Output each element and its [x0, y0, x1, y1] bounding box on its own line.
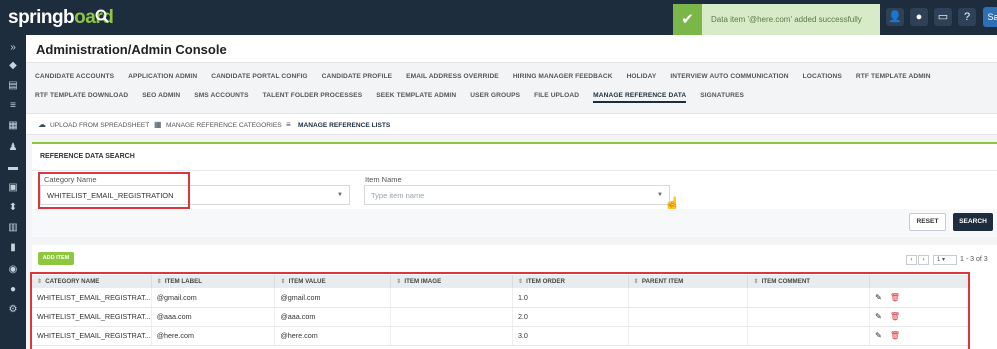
- manage-categories-tab[interactable]: ▦ MANAGE REFERENCE CATEGORIES: [154, 120, 282, 129]
- success-toast: ✔ Data item '@here.com' added successful…: [673, 4, 880, 35]
- document-icon[interactable]: ▤: [6, 79, 20, 93]
- grid-icon[interactable]: ▦: [6, 119, 20, 133]
- divider: [32, 170, 997, 171]
- calendar-icon[interactable]: ▣: [6, 181, 20, 195]
- nav-tab-manage-reference-data[interactable]: MANAGE REFERENCE DATA: [593, 92, 687, 103]
- sidebar: » ◆ ▤ ≡ ▦ ♟ ▬ ▣ ⬍ ▥ ▮ ◉ ● ⚙: [0, 35, 26, 349]
- folder-icon[interactable]: ▬: [6, 161, 20, 175]
- help-icon[interactable]: ?: [958, 8, 976, 26]
- nav-tab-talent-folder-processes[interactable]: TALENT FOLDER PROCESSES: [263, 92, 363, 103]
- item-name-label: Item Name: [365, 175, 402, 184]
- top-bar: springboard ✔ Data item '@here.com' adde…: [0, 0, 997, 35]
- expand-icon[interactable]: »: [6, 41, 20, 55]
- settings-icon[interactable]: ⚙: [6, 303, 20, 317]
- list-icon[interactable]: ≡: [6, 99, 20, 113]
- search-buttons-strip: RESET SEARCH: [32, 209, 997, 237]
- globe-icon[interactable]: ●: [6, 283, 20, 297]
- user-avatar[interactable]: Sa: [983, 7, 997, 27]
- nav-tab-sms-accounts[interactable]: SMS ACCOUNTS: [194, 92, 248, 103]
- nav-tab-hiring-manager-feedback[interactable]: HIRING MANAGER FEEDBACK: [513, 73, 613, 80]
- prev-page-icon[interactable]: ‹: [906, 255, 917, 265]
- nav-tab-locations[interactable]: LOCATIONS: [803, 73, 842, 80]
- list-icon: ≡: [286, 120, 291, 129]
- admin-nav-row-1: CANDIDATE ACCOUNTS APPLICATION ADMIN CANDI…: [35, 73, 931, 80]
- check-icon: ✔: [673, 4, 702, 35]
- caret-down-icon: ▼: [657, 192, 663, 198]
- subtabs: ☁ UPLOAD FROM SPREADSHEET ▦ MANAGE REFEREN…: [26, 113, 997, 135]
- panel-title: REFERENCE DATA SEARCH: [40, 153, 135, 160]
- item-name-select[interactable]: Type item name ▼: [364, 185, 670, 205]
- nav-tab-file-upload[interactable]: FILE UPLOAD: [534, 92, 579, 103]
- manage-lists-tab[interactable]: ≡ MANAGE REFERENCE LISTS: [286, 120, 390, 129]
- report-icon[interactable]: ▥: [6, 221, 20, 235]
- pager: ‹ › 1 ▾ 1 - 3 of 3: [906, 255, 988, 265]
- pager-range: 1 - 3 of 3: [960, 256, 988, 263]
- page-select[interactable]: 1 ▾: [933, 255, 957, 265]
- dashboard-icon[interactable]: ◆: [6, 59, 20, 73]
- caret-down-icon: ▼: [337, 192, 343, 198]
- admin-nav: CANDIDATE ACCOUNTS APPLICATION ADMIN CANDI…: [26, 64, 997, 112]
- nav-tab-candidate-accounts[interactable]: CANDIDATE ACCOUNTS: [35, 73, 114, 80]
- pin-icon[interactable]: ⬍: [6, 201, 20, 215]
- nav-tab-holiday[interactable]: HOLIDAY: [627, 73, 657, 80]
- nav-tab-seek-template-admin[interactable]: SEEK TEMPLATE ADMIN: [376, 92, 456, 103]
- nav-tab-interview-auto-communication[interactable]: INTERVIEW AUTO COMMUNICATION: [670, 73, 788, 80]
- window-icon[interactable]: ▭: [934, 8, 952, 26]
- nav-tab-user-groups[interactable]: USER GROUPS: [470, 92, 520, 103]
- nav-tab-rtf-template-admin[interactable]: RTF TEMPLATE ADMIN: [856, 73, 931, 80]
- nav-tab-seo-admin[interactable]: SEO ADMIN: [142, 92, 180, 103]
- table-icon: ▦: [154, 120, 162, 129]
- upload-icon: ☁: [38, 120, 46, 129]
- person-icon[interactable]: ♟: [6, 141, 20, 155]
- nav-tab-candidate-profile[interactable]: CANDIDATE PROFILE: [322, 73, 392, 80]
- notification-icon[interactable]: ●: [910, 8, 928, 26]
- reset-button[interactable]: RESET: [909, 213, 946, 231]
- user-icon[interactable]: 👤: [886, 8, 904, 26]
- nav-tab-signatures[interactable]: SIGNATURES: [700, 92, 744, 103]
- page-title: Administration/Admin Console: [36, 42, 227, 57]
- add-item-button[interactable]: ADD ITEM: [38, 252, 74, 265]
- highlight-box-table: [30, 272, 970, 349]
- nav-tab-email-address-override[interactable]: EMAIL ADDRESS OVERRIDE: [406, 73, 499, 80]
- page-header: Administration/Admin Console: [26, 35, 997, 63]
- chart-icon[interactable]: ▮: [6, 241, 20, 255]
- search-button[interactable]: SEARCH: [953, 213, 993, 231]
- next-page-icon[interactable]: ›: [918, 255, 929, 265]
- nav-tab-candidate-portal-config[interactable]: CANDIDATE PORTAL CONFIG: [211, 73, 307, 80]
- target-icon[interactable]: ◉: [6, 263, 20, 277]
- admin-nav-row-2: RTF TEMPLATE DOWNLOAD SEO ADMIN SMS ACCOUN…: [35, 92, 744, 103]
- upload-spreadsheet-tab[interactable]: ☁ UPLOAD FROM SPREADSHEET: [38, 120, 149, 129]
- highlight-box-category: [38, 172, 190, 209]
- nav-tab-application-admin[interactable]: APPLICATION ADMIN: [128, 73, 197, 80]
- search-icon[interactable]: [94, 8, 110, 24]
- nav-tab-rtf-template-download[interactable]: RTF TEMPLATE DOWNLOAD: [35, 92, 128, 103]
- toast-message: Data item '@here.com' added successfully: [711, 15, 862, 24]
